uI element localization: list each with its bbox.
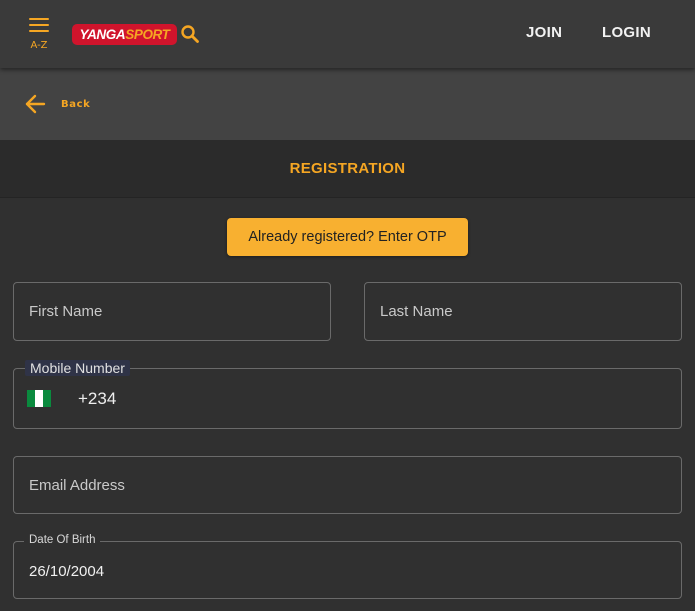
top-header: A-Z YANGA SPORT JOIN LOGIN: [0, 0, 695, 68]
nigeria-flag-icon[interactable]: [27, 390, 51, 407]
date-of-birth-field[interactable]: Date Of Birth 26/10/2004: [13, 534, 682, 599]
back-arrow-icon: [25, 94, 46, 114]
first-name-field[interactable]: First Name: [13, 282, 331, 341]
mobile-number-label: Mobile Number: [25, 360, 130, 376]
join-link[interactable]: JOIN: [526, 24, 562, 41]
first-name-placeholder: First Name: [29, 303, 103, 320]
back-bar: Back: [0, 68, 695, 140]
logo-text-part2: SPORT: [125, 27, 170, 42]
back-label: Back: [61, 98, 91, 110]
menu-button[interactable]: A-Z: [24, 16, 54, 56]
registration-header: REGISTRATION: [0, 140, 695, 198]
dial-code: +234: [78, 389, 117, 408]
date-of-birth-label: Date Of Birth: [24, 534, 101, 546]
enter-otp-button[interactable]: Already registered? Enter OTP: [227, 218, 468, 256]
last-name-placeholder: Last Name: [380, 303, 453, 320]
back-button[interactable]: Back: [24, 93, 90, 115]
hamburger-menu-icon: [29, 18, 49, 32]
login-link[interactable]: LOGIN: [602, 24, 651, 41]
email-placeholder: Email Address: [29, 477, 125, 494]
date-of-birth-value: 26/10/2004: [29, 563, 105, 580]
menu-az-label: A-Z: [30, 40, 48, 51]
last-name-field[interactable]: Last Name: [364, 282, 682, 341]
yangasport-logo[interactable]: YANGA SPORT: [72, 24, 177, 45]
logo-text-part1: YANGA: [79, 27, 126, 42]
email-field[interactable]: Email Address: [13, 456, 682, 514]
search-icon[interactable]: [180, 24, 200, 44]
mobile-number-field[interactable]: Mobile Number +234: [13, 360, 682, 429]
page-title: REGISTRATION: [289, 160, 406, 177]
